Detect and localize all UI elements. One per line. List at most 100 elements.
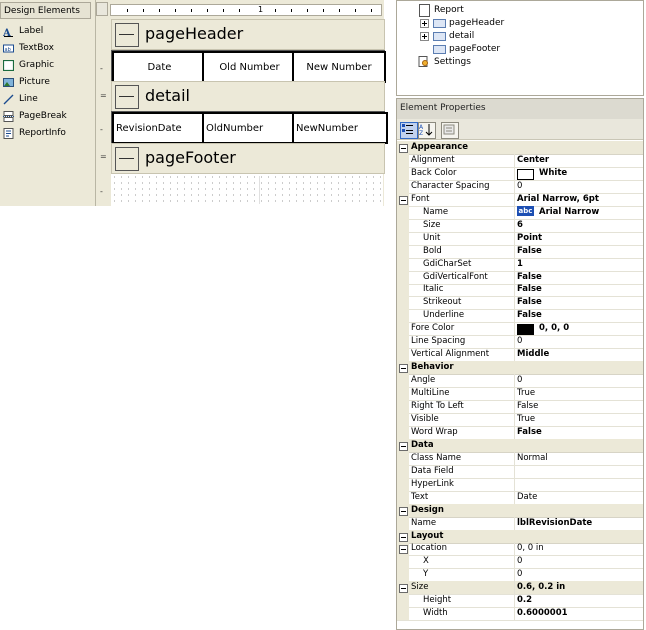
property-value[interactable]: Date	[517, 492, 537, 502]
property-value[interactable]: False	[517, 246, 542, 256]
toolbox-item-line[interactable]: Line	[0, 91, 94, 108]
property-value[interactable]: 0, 0 in	[517, 543, 544, 553]
property-value[interactable]: 0	[517, 181, 522, 191]
collapse-toggle-icon[interactable]	[399, 532, 408, 542]
property-value[interactable]: False	[517, 297, 542, 307]
property-value[interactable]: Arial Narrow, 6pt	[517, 194, 599, 204]
categorized-view-button[interactable]	[400, 122, 418, 139]
property-row[interactable]: Size 0.6, 0.2 in	[397, 581, 643, 596]
property-row[interactable]: Height 0.2	[397, 594, 643, 609]
collapse-toggle-icon[interactable]	[399, 364, 408, 374]
property-row[interactable]: Name lblRevisionDate	[397, 516, 643, 531]
property-value[interactable]: False	[517, 310, 542, 320]
property-row[interactable]: GdiVerticalFont False	[397, 270, 643, 285]
header-newnumber-label[interactable]: New Number	[292, 51, 386, 83]
collapse-icon[interactable]	[115, 85, 139, 109]
property-value[interactable]: abc Arial Narrow	[517, 205, 599, 217]
property-pages-button[interactable]	[441, 122, 459, 139]
property-value[interactable]: Point	[517, 233, 542, 243]
toolbox-item-pagebreak[interactable]: PageBreak	[0, 108, 94, 125]
collapse-icon[interactable]	[115, 147, 139, 171]
toolbox-item-reportinfo[interactable]: ReportInfo	[0, 125, 94, 142]
property-value[interactable]: 0	[517, 336, 522, 346]
property-value[interactable]: False	[517, 272, 542, 282]
property-row[interactable]: Italic False	[397, 283, 643, 298]
property-row[interactable]: Text Date	[397, 490, 643, 505]
property-value[interactable]: True	[517, 414, 535, 424]
detail-newnumber-field[interactable]: NewNumber	[292, 112, 388, 144]
property-row[interactable]: Strikeout False	[397, 296, 643, 311]
property-row[interactable]: Vertical Alignment Middle	[397, 348, 643, 363]
tree-node-report[interactable]: Report	[434, 5, 464, 15]
property-category[interactable]: Design	[397, 503, 643, 518]
tree-node-detail[interactable]: detail	[449, 31, 474, 41]
property-row[interactable]: Angle 0	[397, 374, 643, 389]
property-row[interactable]: X0	[397, 555, 643, 570]
toolbox-item-picture[interactable]: Picture	[0, 74, 94, 91]
property-value[interactable]: lblRevisionDate	[517, 518, 592, 528]
property-category[interactable]: Behavior	[397, 361, 643, 376]
property-category[interactable]: Data	[397, 438, 643, 453]
collapse-toggle-icon[interactable]	[399, 144, 408, 153]
alphabetical-view-button[interactable]: AZ	[418, 122, 436, 139]
detail-oldnumber-field[interactable]: OldNumber	[202, 112, 299, 144]
band-pageheader[interactable]: pageHeader	[111, 19, 385, 50]
property-value[interactable]: 0	[517, 569, 522, 579]
property-row[interactable]: Right To Left False	[397, 400, 643, 414]
section-pageheader[interactable]: Date Old Number New Number	[111, 50, 386, 83]
collapse-toggle-icon[interactable]	[399, 545, 408, 555]
tree-node-pageheader[interactable]: pageHeader	[449, 18, 504, 28]
collapse-toggle-icon[interactable]	[399, 441, 408, 451]
expand-icon[interactable]	[420, 32, 429, 41]
property-row[interactable]: Size 6	[397, 218, 643, 233]
collapse-toggle-icon[interactable]	[399, 195, 408, 205]
property-row[interactable]: Underline False	[397, 309, 643, 324]
property-row[interactable]: Bold False	[397, 244, 643, 259]
header-oldnumber-label[interactable]: Old Number	[202, 51, 297, 83]
property-row[interactable]: Line Spacing 0	[397, 335, 643, 350]
property-row[interactable]: Fore Color 0, 0, 0	[397, 322, 643, 337]
collapse-toggle-icon[interactable]	[399, 584, 408, 594]
toolbox-item-graphic[interactable]: Graphic	[0, 57, 94, 74]
property-value[interactable]: 6	[517, 220, 523, 230]
property-value[interactable]: White	[517, 168, 567, 180]
detail-revisiondate-field[interactable]: RevisionDate	[112, 112, 209, 144]
property-value[interactable]: 0.6, 0.2 in	[517, 582, 565, 592]
toolbox-item-textbox[interactable]: ab TextBox	[0, 40, 94, 57]
section-detail[interactable]: RevisionDate OldNumber NewNumber	[111, 111, 388, 144]
property-row[interactable]: MultiLine True	[397, 387, 643, 401]
property-value[interactable]: False	[517, 401, 538, 411]
expand-icon[interactable]	[420, 19, 429, 28]
header-date-label[interactable]: Date	[112, 51, 207, 83]
property-row[interactable]: Class Name Normal	[397, 451, 643, 466]
collapse-icon[interactable]	[115, 23, 139, 47]
property-row[interactable]: Visible True	[397, 412, 643, 427]
property-value[interactable]: 0.6000001	[517, 608, 568, 618]
property-value[interactable]: 0	[517, 375, 522, 385]
tree-node-settings[interactable]: Settings	[434, 57, 471, 67]
band-pagefooter[interactable]: pageFooter	[111, 143, 385, 174]
property-row[interactable]: Back Color White	[397, 166, 643, 181]
collapse-toggle-icon[interactable]	[399, 506, 408, 516]
property-category[interactable]: Layout	[397, 529, 643, 544]
property-value[interactable]: 0, 0, 0	[517, 323, 569, 336]
property-value[interactable]: True	[517, 388, 535, 398]
property-value[interactable]: False	[517, 427, 542, 437]
property-row[interactable]: Width 0.6000001	[397, 607, 643, 622]
property-row[interactable]: Word Wrap False	[397, 425, 643, 440]
property-row[interactable]: HyperLink	[397, 477, 643, 492]
property-value[interactable]: 0	[517, 556, 522, 566]
property-row[interactable]: Font Arial Narrow, 6pt	[397, 192, 643, 207]
property-value[interactable]: 0.2	[517, 595, 532, 605]
section-pagefooter[interactable]	[111, 174, 383, 206]
property-row[interactable]: Unit Point	[397, 231, 643, 246]
property-category[interactable]: Appearance	[397, 141, 643, 155]
toolbox-item-label[interactable]: A Label	[0, 23, 94, 40]
property-value[interactable]: Center	[517, 155, 549, 165]
property-row[interactable]: Y0	[397, 568, 643, 583]
tree-node-pagefooter[interactable]: pageFooter	[449, 44, 500, 54]
property-value[interactable]: False	[517, 284, 542, 294]
property-value[interactable]: Normal	[517, 453, 548, 463]
property-row[interactable]: Location 0, 0 in	[397, 542, 643, 557]
property-value[interactable]: Middle	[517, 349, 549, 359]
